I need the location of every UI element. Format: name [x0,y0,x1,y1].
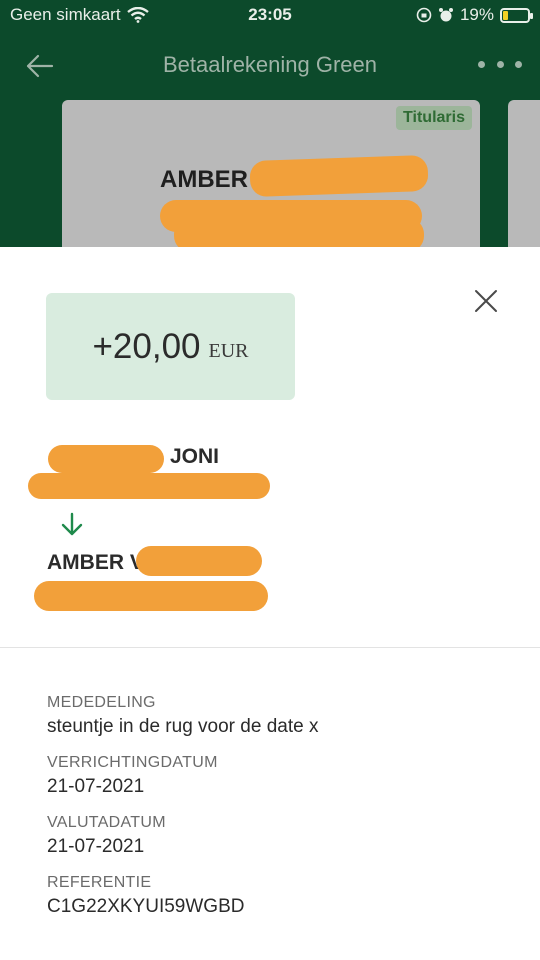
arrow-down-icon [61,512,83,536]
redaction [174,218,424,247]
alarm-icon [438,8,453,22]
battery-percent: 19% [459,5,494,24]
status-badge: Titularis [396,106,472,130]
redaction [34,581,268,611]
status-right: 19% [416,5,533,25]
mededeling-value: steuntje in de rug voor de date x [47,716,319,737]
divider [0,647,540,648]
recipient-name: AMBER V [47,551,144,574]
sender-name: JONI [170,445,220,468]
battery-icon [500,7,533,23]
transaction-detail-sheet: +20,00 EUR JONI AMBER V MEDEDELING steun… [0,247,540,960]
referentie-label: REFERENTIE [47,874,152,891]
mededeling-label: MEDEDELING [47,694,156,711]
verrichtingsdatum-value: 21-07-2021 [47,776,145,797]
page-title: Betaalrekening Green [162,52,378,77]
amount-box: +20,00 EUR [46,293,295,400]
amount-value: +20,00 [92,326,201,366]
valutadatum-value: 21-07-2021 [47,836,145,857]
redaction [48,445,164,473]
header-area: Geen simkaart 23:05 19% Betaalrekening G… [0,0,540,247]
account-card[interactable]: Titularis AMBER V [62,100,480,247]
lock-rotation-icon [416,7,432,23]
redaction [28,473,270,499]
next-account-card[interactable] [508,100,540,247]
referentie-value: C1G22XKYUI59WGBD [47,896,245,917]
amount-currency: EUR [208,340,249,362]
redaction [136,546,262,576]
more-dots-icon[interactable] [478,52,522,76]
navbar: Betaalrekening Green [0,40,540,90]
valutadatum-label: VALUTADATUM [47,814,166,831]
redaction [249,154,429,198]
close-icon[interactable] [472,287,500,315]
verrichtingsdatum-label: VERRICHTINGDATUM [47,754,218,771]
status-bar: Geen simkaart 23:05 19% [0,0,540,30]
